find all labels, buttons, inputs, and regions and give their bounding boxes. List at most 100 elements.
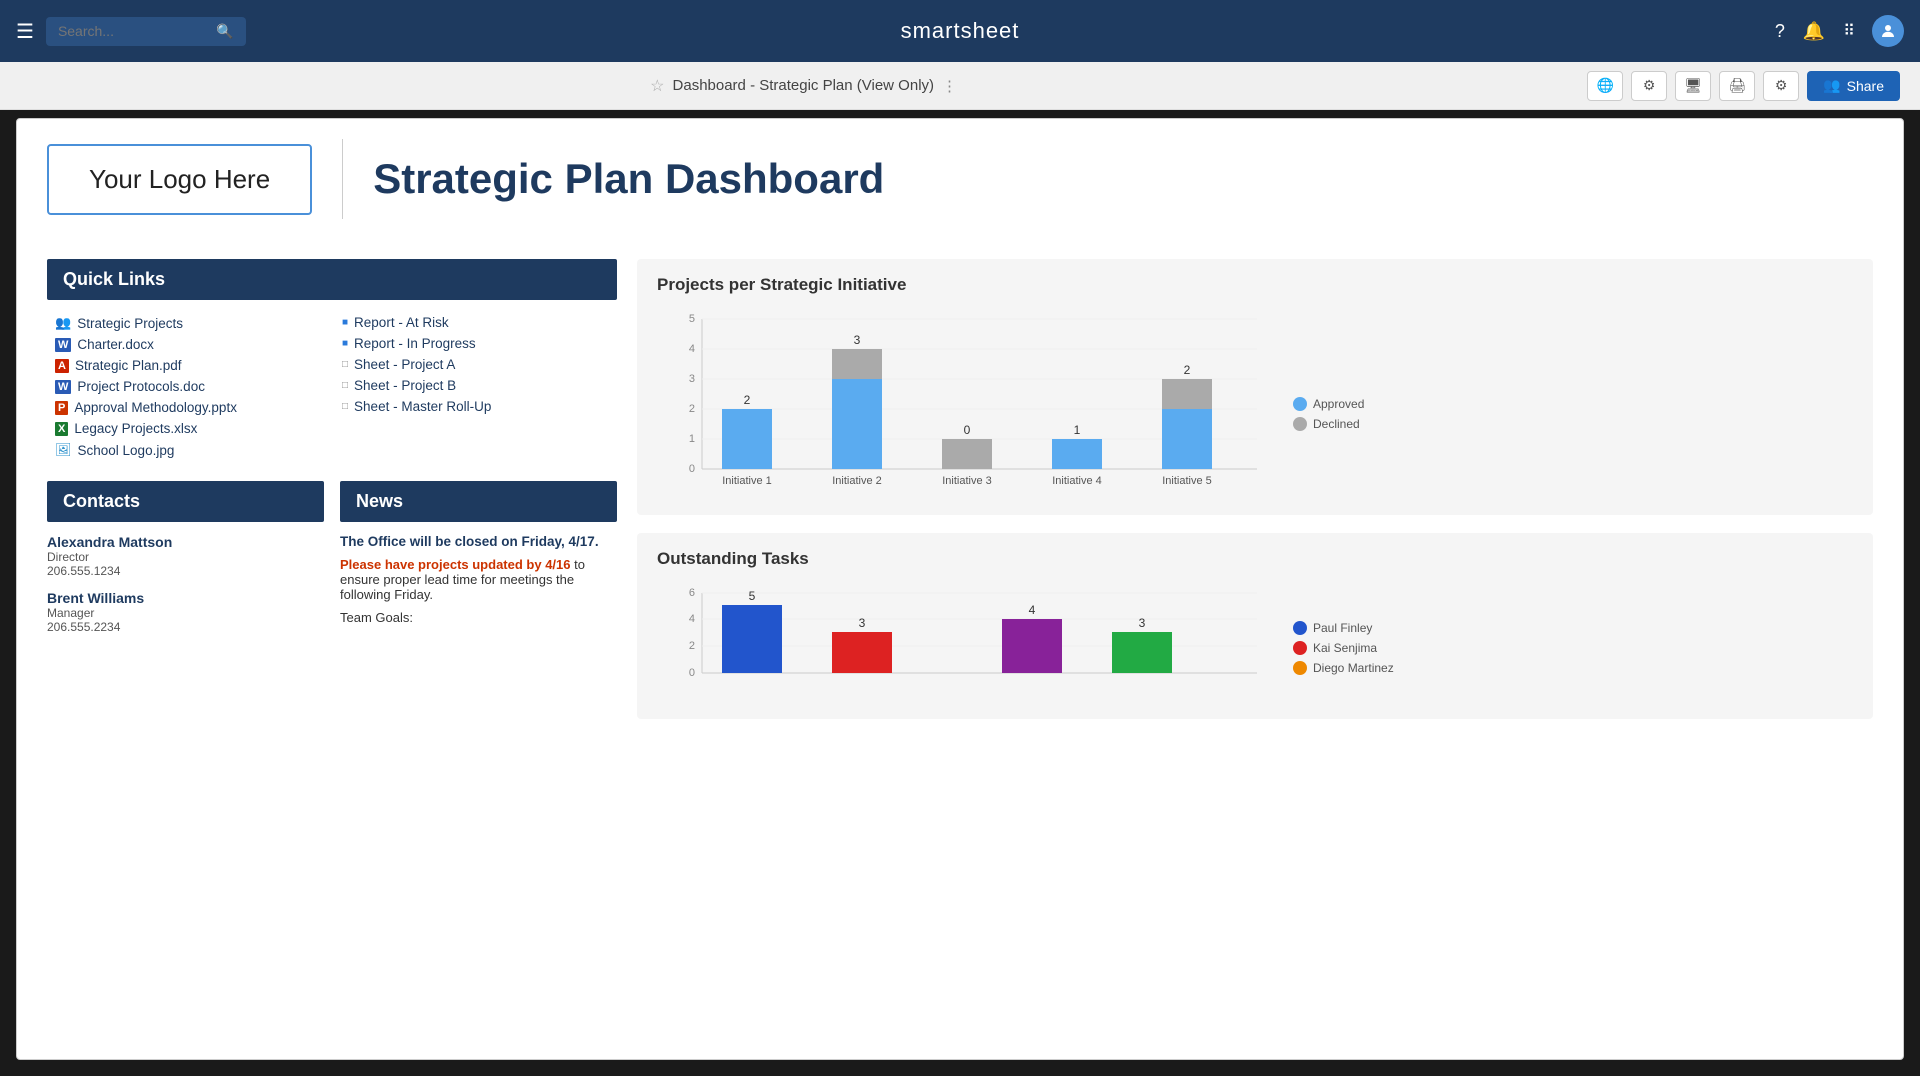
more-options-icon[interactable]: ⋮ [942,77,957,95]
dashboard-title: Strategic Plan Dashboard [373,155,884,203]
bar-i5-approved [1162,409,1212,469]
gear-icon-btn[interactable]: ⚙ [1763,71,1799,101]
svg-text:2: 2 [1184,363,1191,377]
app-title: smartsheet [901,18,1020,44]
svg-text:4: 4 [1029,603,1036,617]
legend-declined-label: Declined [1313,417,1360,431]
news-body: Please have projects updated by 4/16 to … [340,557,617,602]
list-item[interactable]: □ Sheet - Project B [342,375,609,396]
svg-text:5: 5 [689,313,695,325]
contact-item: Alexandra Mattson Director 206.555.1234 [47,534,324,578]
content-grid: Quick Links 👥 Strategic Projects W Chart… [47,259,1873,737]
list-item[interactable]: 👥 Strategic Projects [55,312,322,334]
list-item[interactable]: ■ Report - At Risk [342,312,609,333]
tasks-chart-title: Outstanding Tasks [657,549,1853,569]
monitor-icon-btn[interactable]: 🖥 [1675,71,1711,101]
legend-diego-label: Diego Martinez [1313,661,1394,675]
list-item[interactable]: W Project Protocols.doc [55,376,322,397]
declined-dot [1293,417,1307,431]
bar-i2-declined [832,349,882,379]
print-icon-btn[interactable]: 🖨 [1719,71,1755,101]
quick-links-header: Quick Links [47,259,617,300]
share-icon: 👥 [1823,77,1840,94]
svg-text:2: 2 [744,393,751,407]
bar-green [1112,632,1172,673]
contact-role: Manager [47,606,324,620]
kai-dot [1293,641,1307,655]
favorite-icon[interactable]: ☆ [650,76,664,96]
contacts-header: Contacts [47,481,324,522]
approved-dot [1293,397,1307,411]
help-icon[interactable]: ? [1775,21,1785,42]
svg-text:4: 4 [689,613,695,625]
contact-role: Director [47,550,324,564]
bar-kai [832,632,892,673]
word-icon: W [55,338,71,352]
header-divider [342,139,343,219]
tasks-legend: Paul Finley Kai Senjima Diego Martinez [1277,621,1394,675]
globe-icon-btn[interactable]: 🌐 [1587,71,1623,101]
svg-text:Initiative 2: Initiative 2 [832,475,882,487]
list-item[interactable]: ■ Report - In Progress [342,333,609,354]
svg-text:5: 5 [749,589,756,603]
svg-text:1: 1 [689,433,695,445]
hamburger-menu-icon[interactable]: ☰ [16,19,34,44]
bottom-left-grid: Contacts Alexandra Mattson Director 206.… [47,481,617,646]
projects-chart-area: 0 1 2 3 4 5 2 Initiative [657,309,1853,499]
projects-bar-chart: 0 1 2 3 4 5 2 Initiative [657,309,1277,499]
svg-text:3: 3 [1139,616,1146,630]
projects-chart-title: Projects per Strategic Initiative [657,275,1853,295]
paul-dot [1293,621,1307,635]
svg-text:Initiative 4: Initiative 4 [1052,475,1102,487]
list-item[interactable]: □ Sheet - Master Roll-Up [342,396,609,417]
bar-i1-approved [722,409,772,469]
sub-nav-title-area: ☆ Dashboard - Strategic Plan (View Only)… [20,76,1587,96]
header-row: Your Logo Here Strategic Plan Dashboard [47,139,1873,235]
report-icon-2: ■ [342,338,348,349]
svg-text:3: 3 [689,373,695,385]
svg-text:0: 0 [689,463,695,475]
list-item[interactable]: X Legacy Projects.xlsx [55,418,322,439]
avatar[interactable] [1872,15,1904,47]
svg-text:Initiative 5: Initiative 5 [1162,475,1212,487]
sub-nav-actions: 🌐 ⚙ 🖥 🖨 ⚙ 👥 Share [1587,71,1900,101]
svg-text:4: 4 [689,343,695,355]
legend-kai-label: Kai Senjima [1313,641,1377,655]
nav-left: ☰ 🔍 [16,17,246,46]
pdf-icon: A [55,359,69,373]
bell-icon[interactable]: 🔔 [1803,21,1825,42]
legend-approved: Approved [1293,397,1364,411]
legend-diego: Diego Martinez [1293,661,1394,675]
bar-i3-declined [942,439,992,469]
contact-name: Alexandra Mattson [47,534,324,550]
list-item[interactable]: A Strategic Plan.pdf [55,355,322,376]
share-button[interactable]: 👥 Share [1807,71,1900,101]
nav-right: ? 🔔 ⠿ [1775,15,1904,47]
list-item[interactable]: □ Sheet - Project A [342,354,609,375]
sheet-icon-3: □ [342,401,348,412]
tasks-bar-chart: 0 2 4 6 5 3 [657,583,1277,703]
left-column: Quick Links 👥 Strategic Projects W Chart… [47,259,617,737]
search-input[interactable] [58,23,208,39]
contact-item: Brent Williams Manager 206.555.2234 [47,590,324,634]
contact-phone: 206.555.2234 [47,620,324,634]
contact-phone: 206.555.1234 [47,564,324,578]
svg-text:1: 1 [1074,423,1081,437]
people-icon: 👥 [55,315,71,331]
bar-i5-declined [1162,379,1212,409]
news-header: News [340,481,617,522]
contact-name: Brent Williams [47,590,324,606]
logo-placeholder: Your Logo Here [47,144,312,215]
word-icon-2: W [55,380,71,394]
settings-icon-btn[interactable]: ⚙ [1631,71,1667,101]
search-icon: 🔍 [216,23,233,40]
list-item[interactable]: P Approval Methodology.pptx [55,397,322,418]
right-column: Projects per Strategic Initiative 0 1 2 … [637,259,1873,737]
apps-grid-icon[interactable]: ⠿ [1843,21,1854,41]
list-item[interactable]: 🖼 School Logo.jpg [55,439,322,461]
list-item[interactable]: W Charter.docx [55,334,322,355]
sheet-icon-1: □ [342,359,348,370]
quick-links-left: 👥 Strategic Projects W Charter.docx A St… [55,312,322,461]
legend-declined: Declined [1293,417,1364,431]
image-icon: 🖼 [55,442,72,458]
